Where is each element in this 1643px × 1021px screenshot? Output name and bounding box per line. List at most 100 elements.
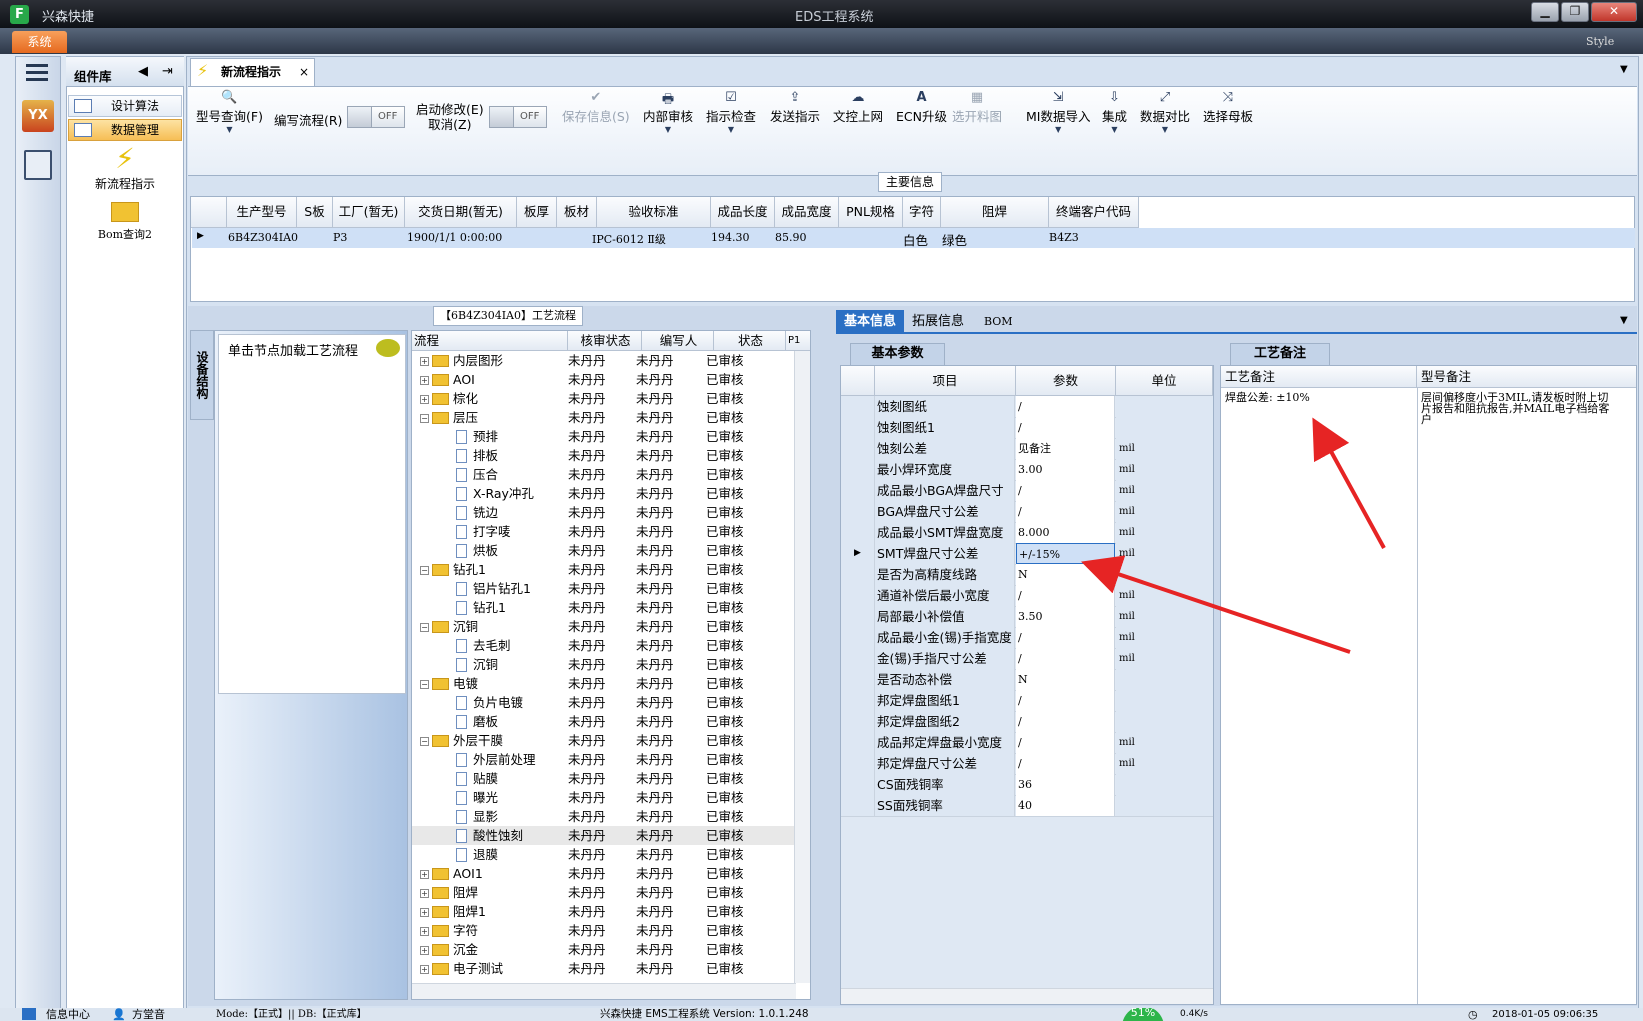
- param-row[interactable]: 是否为高精度线路 N: [841, 564, 1213, 586]
- tree-row[interactable]: 退膜 未丹丹 未丹丹 已审核: [412, 845, 796, 864]
- collapse-left-icon[interactable]: ◀: [138, 64, 148, 79]
- cell-acceptance-standard[interactable]: IPC-6012 Ⅱ级: [592, 231, 666, 247]
- write-flow-button[interactable]: 编写流程(R): [274, 110, 342, 129]
- sidebar-item-data-management[interactable]: 数据管理: [68, 119, 182, 141]
- tree-row[interactable]: + AOI 未丹丹 未丹丹 已审核: [412, 370, 796, 389]
- tree-row[interactable]: + AOI1 未丹丹 未丹丹 已审核: [412, 864, 796, 883]
- expand-icon[interactable]: +: [420, 908, 429, 917]
- column-header[interactable]: 工厂(暂无): [333, 197, 405, 228]
- param-row[interactable]: ▶ SMT焊盘尺寸公差 +/-15% mil: [841, 543, 1213, 565]
- column-header[interactable]: PNL规格: [839, 197, 903, 228]
- param-row[interactable]: 成品最小金(锡)手指宽度 / mil: [841, 627, 1213, 649]
- param-row[interactable]: 通道补偿后最小宽度 / mil: [841, 585, 1213, 607]
- tree-row[interactable]: 显影 未丹丹 未丹丹 已审核: [412, 807, 796, 826]
- param-value[interactable]: 3.00: [1016, 459, 1115, 480]
- column-header[interactable]: 单位: [1116, 366, 1213, 396]
- start-modify-toggle[interactable]: OFF: [489, 106, 547, 128]
- param-row[interactable]: 邦定焊盘尺寸公差 / mil: [841, 753, 1213, 775]
- column-header[interactable]: 板材: [557, 197, 597, 228]
- expand-icon[interactable]: +: [420, 376, 429, 385]
- param-row[interactable]: 成品最小BGA焊盘尺寸 / mil: [841, 480, 1213, 502]
- cell-solder-mask[interactable]: 绿色: [942, 230, 967, 249]
- param-value[interactable]: 36: [1016, 774, 1115, 795]
- expand-icon[interactable]: +: [420, 889, 429, 898]
- write-flow-toggle[interactable]: OFF: [347, 106, 405, 128]
- data-compare-button[interactable]: ⤢ 数据对比 ▼: [1140, 90, 1190, 141]
- expand-icon[interactable]: +: [420, 870, 429, 879]
- collapse-icon[interactable]: −: [420, 680, 429, 689]
- param-value[interactable]: /: [1016, 627, 1115, 648]
- cell-factory[interactable]: P3: [333, 231, 347, 244]
- tree-row[interactable]: 沉铜 未丹丹 未丹丹 已审核: [412, 655, 796, 674]
- cell-delivery-date[interactable]: 1900/1/1 0:00:00: [407, 231, 502, 244]
- flow-hint-box[interactable]: [218, 334, 406, 694]
- collapse-icon[interactable]: −: [420, 623, 429, 632]
- cell-length[interactable]: 194.30: [711, 231, 750, 244]
- column-header[interactable]: 验收标准: [597, 197, 711, 228]
- tree-row[interactable]: − 电镀 未丹丹 未丹丹 已审核: [412, 674, 796, 693]
- column-header[interactable]: 流程: [412, 331, 568, 351]
- tree-row[interactable]: 贴膜 未丹丹 未丹丹 已审核: [412, 769, 796, 788]
- save-info-button[interactable]: ✔ 保存信息(S): [562, 90, 630, 125]
- select-mother-board-button[interactable]: ⤨ 选择母板: [1203, 90, 1253, 125]
- param-row[interactable]: 蚀刻公差 见备注 mil: [841, 438, 1213, 460]
- tree-row[interactable]: 负片电镀 未丹丹 未丹丹 已审核: [412, 693, 796, 712]
- cell-customer-code[interactable]: B4Z3: [1049, 231, 1079, 244]
- collapse-icon[interactable]: −: [420, 566, 429, 575]
- tree-row[interactable]: 铣边 未丹丹 未丹丹 已审核: [412, 503, 796, 522]
- minimize-button[interactable]: ▁: [1531, 2, 1559, 22]
- param-value[interactable]: 40: [1016, 795, 1115, 816]
- tree-row[interactable]: 钻孔1 未丹丹 未丹丹 已审核: [412, 598, 796, 617]
- mi-data-import-button[interactable]: ⇲ MI数据导入 ▼: [1026, 90, 1090, 141]
- column-header[interactable]: S板: [297, 197, 333, 228]
- yx-module-icon[interactable]: YX: [22, 100, 54, 132]
- column-header[interactable]: 成品长度: [711, 197, 775, 228]
- tab-extended-info[interactable]: 拓展信息: [912, 310, 964, 334]
- sidebar-item-design-algorithm[interactable]: 设计算法: [68, 95, 182, 117]
- style-menu[interactable]: Style: [1586, 35, 1614, 48]
- tree-row[interactable]: + 棕化 未丹丹 未丹丹 已审核: [412, 389, 796, 408]
- ecn-upgrade-button[interactable]: A ECN升级: [896, 90, 947, 125]
- param-value[interactable]: /: [1016, 480, 1115, 501]
- tree-row[interactable]: 磨板 未丹丹 未丹丹 已审核: [412, 712, 796, 731]
- maximize-button[interactable]: ❐: [1561, 2, 1589, 22]
- process-note-text[interactable]: 焊盘公差: ±10%: [1225, 392, 1413, 403]
- param-row[interactable]: CS面残铜率 36: [841, 774, 1213, 796]
- collapse-icon[interactable]: −: [420, 414, 429, 423]
- param-value[interactable]: /: [1016, 417, 1115, 438]
- param-value[interactable]: 见备注: [1016, 438, 1115, 459]
- tree-vertical-scrollbar[interactable]: [794, 351, 810, 983]
- param-value[interactable]: /: [1016, 648, 1115, 669]
- param-value[interactable]: /: [1016, 690, 1115, 711]
- expand-icon[interactable]: +: [420, 946, 429, 955]
- column-header[interactable]: 生产型号: [227, 197, 297, 228]
- column-header[interactable]: 终端客户代码: [1049, 197, 1139, 228]
- column-header[interactable]: 阻焊: [941, 197, 1049, 228]
- tree-row[interactable]: − 沉铜 未丹丹 未丹丹 已审核: [412, 617, 796, 636]
- tree-row[interactable]: 压合 未丹丹 未丹丹 已审核: [412, 465, 796, 484]
- tree-row[interactable]: + 电子测试 未丹丹 未丹丹 已审核: [412, 959, 796, 978]
- param-row[interactable]: 是否动态补偿 N: [841, 669, 1213, 691]
- instruction-check-button[interactable]: ☑ 指示检查 ▼: [706, 90, 756, 141]
- model-note-text[interactable]: 层间偏移度小于3MIL,请发板时附上切片报告和阻抗报告,并MAIL电子档给客户: [1421, 392, 1611, 425]
- cell-model[interactable]: 6B4Z304IA0: [228, 231, 298, 244]
- column-header[interactable]: 状态: [714, 331, 786, 351]
- tree-row[interactable]: + 阻焊1 未丹丹 未丹丹 已审核: [412, 902, 796, 921]
- tab-new-flow[interactable]: ⚡ 新流程指示 ×: [190, 58, 315, 86]
- param-row[interactable]: 最小焊环宽度 3.00 mil: [841, 459, 1213, 481]
- column-header[interactable]: 交货日期(暂无): [405, 197, 517, 228]
- menu-icon[interactable]: [26, 64, 48, 82]
- tab-basic-info[interactable]: 基本信息: [836, 310, 904, 334]
- param-row[interactable]: 局部最小补偿值 3.50 mil: [841, 606, 1213, 628]
- param-row[interactable]: 邦定焊盘图纸2/: [841, 711, 1213, 733]
- tab-device-structure[interactable]: 设备结构: [190, 330, 214, 420]
- right-tab-chevron-icon[interactable]: ▼: [1620, 315, 1628, 326]
- column-header[interactable]: 字符: [903, 197, 941, 228]
- column-header[interactable]: 板厚: [517, 197, 557, 228]
- calculator-icon[interactable]: [24, 150, 52, 180]
- column-header[interactable]: 成品宽度: [775, 197, 839, 228]
- param-value[interactable]: /: [1016, 753, 1115, 774]
- tab-close-icon[interactable]: ×: [299, 59, 309, 85]
- tab-menu-chevron-icon[interactable]: ▼: [1620, 64, 1628, 75]
- model-query-button[interactable]: 🔍 型号查询(F) ▼: [196, 90, 263, 141]
